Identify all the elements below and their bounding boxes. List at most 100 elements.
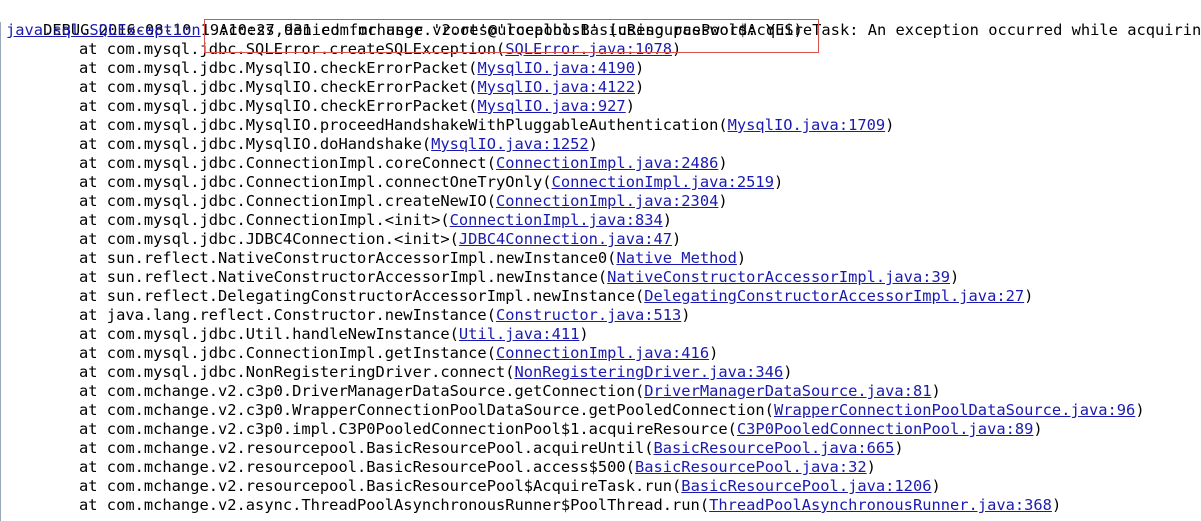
stack-frame-close-paren: ) bbox=[625, 97, 635, 115]
stack-frame-line: at com.mysql.jdbc.ConnectionImpl.<init>(… bbox=[6, 211, 672, 230]
stack-frame-line: at sun.reflect.NativeConstructorAccessor… bbox=[6, 249, 746, 268]
stack-frame-method: at com.mchange.v2.async.ThreadPoolAsynch… bbox=[79, 496, 710, 514]
stack-frame-line: at com.mysql.jdbc.Util.handleNewInstance… bbox=[6, 325, 589, 344]
stack-frame-line: at com.mysql.jdbc.MysqlIO.checkErrorPack… bbox=[6, 97, 635, 116]
stack-frame-close-paren: ) bbox=[1024, 287, 1034, 305]
stack-frame-method: at com.mchange.v2.resourcepool.BasicReso… bbox=[79, 458, 635, 476]
stack-frame-source-link[interactable]: MysqlIO.java:4122 bbox=[477, 78, 635, 96]
stack-frame-line: at com.mchange.v2.c3p0.impl.C3P0PooledCo… bbox=[6, 420, 1043, 439]
stack-frame-line: at com.mchange.v2.async.ThreadPoolAsynch… bbox=[6, 496, 1061, 515]
stack-frame-line: at com.mysql.jdbc.ConnectionImpl.getInst… bbox=[6, 344, 718, 363]
stack-frame-close-paren: ) bbox=[885, 116, 895, 134]
stack-frame-method: at com.mysql.jdbc.ConnectionImpl.connect… bbox=[79, 173, 552, 191]
stack-frame-line: at com.mysql.jdbc.ConnectionImpl.createN… bbox=[6, 192, 728, 211]
stack-frame-method: at com.mysql.jdbc.MysqlIO.proceedHandsha… bbox=[79, 116, 728, 134]
stack-frame-source-link[interactable]: MysqlIO.java:4190 bbox=[477, 59, 635, 77]
stack-frame-method: at com.mysql.jdbc.MysqlIO.checkErrorPack… bbox=[79, 97, 478, 115]
stack-frame-close-paren: ) bbox=[931, 382, 941, 400]
stack-frame-source-link[interactable]: C3P0PooledConnectionPool.java:89 bbox=[737, 420, 1034, 438]
stack-frame-close-paren: ) bbox=[783, 363, 793, 381]
stack-frame-close-paren: ) bbox=[634, 78, 645, 96]
stack-frame-method: at java.lang.reflect.Constructor.newInst… bbox=[79, 306, 496, 324]
stack-frame-method: at com.mchange.v2.resourcepool.BasicReso… bbox=[79, 477, 682, 495]
stack-frame-source-link[interactable]: MysqlIO.java:1709 bbox=[728, 116, 886, 134]
stack-frame-close-paren: ) bbox=[894, 439, 904, 457]
stack-frame-line: at sun.reflect.DelegatingConstructorAcce… bbox=[6, 287, 1033, 306]
stack-frame-method: at com.mchange.v2.c3p0.impl.C3P0PooledCo… bbox=[79, 420, 737, 438]
stack-frame-source-link[interactable]: ThreadPoolAsynchronousRunner.java:368 bbox=[709, 496, 1052, 514]
stack-frame-close-paren: ) bbox=[662, 211, 673, 229]
stack-frame-method: at sun.reflect.NativeConstructorAccessor… bbox=[79, 268, 608, 286]
stack-frame-source-link[interactable]: ConnectionImpl.java:834 bbox=[450, 211, 663, 229]
stack-frame-close-paren: ) bbox=[634, 59, 645, 77]
stack-frame-method: at com.mchange.v2.c3p0.DriverManagerData… bbox=[79, 382, 645, 400]
stack-frame-method: at com.mysql.jdbc.Util.handleNewInstance… bbox=[79, 325, 459, 343]
stack-frame-close-paren: ) bbox=[931, 477, 941, 495]
console-output: DEBUG 2016-08-10 19:10:27,931 com.mchang… bbox=[0, 0, 1201, 521]
stack-frame-line: at com.mysql.jdbc.ConnectionImpl.connect… bbox=[6, 173, 783, 192]
stack-frame-line: at com.mchange.v2.c3p0.DriverManagerData… bbox=[6, 382, 941, 401]
stack-frame-method: at com.mysql.jdbc.ConnectionImpl.getInst… bbox=[79, 344, 496, 362]
stack-frame-method: at sun.reflect.DelegatingConstructorAcce… bbox=[79, 287, 645, 305]
stack-frame-line: at com.mysql.jdbc.MysqlIO.doHandshake(My… bbox=[6, 135, 598, 154]
stack-frame-source-link[interactable]: BasicResourcePool.java:665 bbox=[654, 439, 895, 457]
stack-frame-line: at com.mysql.jdbc.SQLError.createSQLExce… bbox=[6, 40, 681, 59]
stack-frame-line: at java.lang.reflect.Constructor.newInst… bbox=[6, 306, 691, 325]
console-left-border bbox=[0, 22, 1, 521]
stack-frame-source-link[interactable]: BasicResourcePool.java:1206 bbox=[681, 477, 931, 495]
stack-frame-source-link[interactable]: NonRegisteringDriver.java:346 bbox=[515, 363, 784, 381]
stack-frame-line: at com.mysql.jdbc.ConnectionImpl.coreCon… bbox=[6, 154, 728, 173]
stack-frame-source-link[interactable]: BasicResourcePool.java:32 bbox=[635, 458, 867, 476]
stack-frame-method: at com.mysql.jdbc.MysqlIO.checkErrorPack… bbox=[79, 59, 478, 77]
stack-frame-source-link[interactable]: MysqlIO.java:927 bbox=[477, 97, 625, 115]
stack-frame-line: at com.mysql.jdbc.JDBC4Connection.<init>… bbox=[6, 230, 681, 249]
stack-frame-source-link[interactable]: DriverManagerDataSource.java:81 bbox=[644, 382, 931, 400]
stack-frame-source-link[interactable]: JDBC4Connection.java:47 bbox=[459, 230, 672, 248]
stack-frame-line: at com.mysql.jdbc.NonRegisteringDriver.c… bbox=[6, 363, 793, 382]
stack-frame-close-paren: ) bbox=[588, 135, 598, 153]
stack-frame-close-paren: ) bbox=[718, 154, 728, 172]
log-header-line: DEBUG 2016-08-10 19:10:27,931 com.mchang… bbox=[6, 2, 1201, 39]
stack-frame-line: at com.mchange.v2.c3p0.WrapperConnection… bbox=[6, 401, 1145, 420]
stack-frame-close-paren: ) bbox=[672, 40, 682, 58]
stack-frame-line: at com.mchange.v2.resourcepool.BasicReso… bbox=[6, 477, 941, 496]
stack-frame-method: at com.mysql.jdbc.MysqlIO.checkErrorPack… bbox=[79, 78, 478, 96]
stack-frame-source-link[interactable]: ConnectionImpl.java:2486 bbox=[496, 154, 718, 172]
stack-frame-close-paren: ) bbox=[866, 458, 876, 476]
stack-frame-method: at com.mchange.v2.c3p0.WrapperConnection… bbox=[79, 401, 774, 419]
stack-frame-source-link[interactable]: Native Method bbox=[616, 249, 736, 267]
stack-frame-close-paren: ) bbox=[1135, 401, 1145, 419]
stack-frame-source-link[interactable]: WrapperConnectionPoolDataSource.java:96 bbox=[774, 401, 1135, 419]
stack-frame-source-link[interactable]: Constructor.java:513 bbox=[496, 306, 681, 324]
stack-frame-method: at com.mchange.v2.resourcepool.BasicReso… bbox=[79, 439, 654, 457]
stack-frame-close-paren: ) bbox=[950, 268, 960, 286]
stack-frame-method: at com.mysql.jdbc.ConnectionImpl.createN… bbox=[79, 192, 496, 210]
exception-class-link[interactable]: java.sql.SQLException bbox=[6, 21, 201, 39]
stack-frame-source-link[interactable]: ConnectionImpl.java:416 bbox=[496, 344, 709, 362]
exception-line: java.sql.SQLException: Access denied for… bbox=[6, 21, 803, 40]
stack-frame-close-paren: ) bbox=[672, 230, 682, 248]
stack-frame-method: at com.mysql.jdbc.MysqlIO.doHandshake( bbox=[79, 135, 432, 153]
stack-frame-method: at com.mysql.jdbc.NonRegisteringDriver.c… bbox=[79, 363, 515, 381]
stack-frame-method: at com.mysql.jdbc.SQLError.createSQLExce… bbox=[79, 40, 506, 58]
stack-frame-close-paren: ) bbox=[1051, 496, 1062, 514]
stack-frame-close-paren: ) bbox=[718, 192, 728, 210]
stack-frame-close-paren: ) bbox=[681, 306, 691, 324]
stack-frame-method: at com.mysql.jdbc.ConnectionImpl.coreCon… bbox=[79, 154, 496, 172]
stack-frame-method: at sun.reflect.NativeConstructorAccessor… bbox=[79, 249, 617, 267]
stack-frame-line: at com.mysql.jdbc.MysqlIO.proceedHandsha… bbox=[6, 116, 894, 135]
stack-frame-source-link[interactable]: NativeConstructorAccessorImpl.java:39 bbox=[607, 268, 950, 286]
stack-frame-close-paren: ) bbox=[736, 249, 747, 267]
stack-frame-source-link[interactable]: DelegatingConstructorAccessorImpl.java:2… bbox=[644, 287, 1024, 305]
stack-frame-source-link[interactable]: ConnectionImpl.java:2304 bbox=[496, 192, 718, 210]
stack-frame-line: at sun.reflect.NativeConstructorAccessor… bbox=[6, 268, 959, 287]
stack-frame-line: at com.mchange.v2.resourcepool.BasicReso… bbox=[6, 458, 876, 477]
stack-frame-method: at com.mysql.jdbc.ConnectionImpl.<init>( bbox=[79, 211, 450, 229]
stack-frame-source-link[interactable]: SQLError.java:1078 bbox=[505, 40, 672, 58]
stack-frame-source-link[interactable]: Util.java:411 bbox=[459, 325, 579, 343]
stack-frame-close-paren: ) bbox=[579, 325, 589, 343]
stack-frame-source-link[interactable]: ConnectionImpl.java:2519 bbox=[552, 173, 774, 191]
stack-frame-close-paren: ) bbox=[773, 173, 784, 191]
stack-frame-close-paren: ) bbox=[1033, 420, 1043, 438]
stack-frame-source-link[interactable]: MysqlIO.java:1252 bbox=[431, 135, 589, 153]
